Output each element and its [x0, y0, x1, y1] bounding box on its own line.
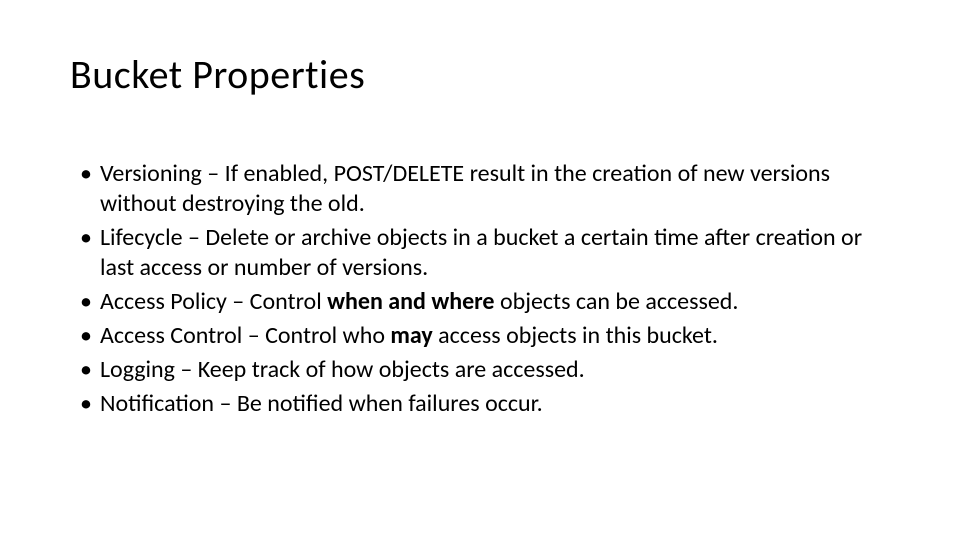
bullet-icon: • [80, 355, 92, 385]
bullet-text: Access Policy – Control when and where o… [100, 287, 890, 317]
bullet-pre: Notification – Be notified when failures… [100, 389, 543, 418]
bullet-pre: Logging – Keep track of how objects are … [100, 355, 585, 384]
list-item: • Versioning – If enabled, POST/DELETE r… [80, 159, 890, 219]
bullet-icon: • [80, 223, 92, 283]
slide-title: Bucket Properties [70, 50, 890, 99]
bullet-text: Notification – Be notified when failures… [100, 389, 890, 419]
bullet-post: access objects in this bucket. [433, 321, 718, 350]
list-item: • Logging – Keep track of how objects ar… [80, 355, 890, 385]
bullet-icon: • [80, 321, 92, 351]
bullet-list: • Versioning – If enabled, POST/DELETE r… [80, 159, 890, 419]
bullet-text: Logging – Keep track of how objects are … [100, 355, 890, 385]
bullet-icon: • [80, 287, 92, 317]
bullet-bold: when and where [327, 287, 494, 316]
bullet-pre: Lifecycle – Delete or archive objects in… [100, 223, 862, 282]
list-item: • Access Policy – Control when and where… [80, 287, 890, 317]
bullet-text: Lifecycle – Delete or archive objects in… [100, 223, 890, 283]
bullet-pre: Access Control – Control who [100, 321, 390, 350]
bullet-icon: • [80, 159, 92, 219]
bullet-post: objects can be accessed. [495, 287, 739, 316]
list-item: • Lifecycle – Delete or archive objects … [80, 223, 890, 283]
list-item: • Access Control – Control who may acces… [80, 321, 890, 351]
slide: Bucket Properties • Versioning – If enab… [0, 0, 960, 540]
bullet-icon: • [80, 389, 92, 419]
bullet-pre: Access Policy – Control [100, 287, 327, 316]
bullet-pre: Versioning – If enabled, POST/DELETE res… [100, 159, 830, 218]
bullet-bold: may [390, 321, 432, 350]
list-item: • Notification – Be notified when failur… [80, 389, 890, 419]
bullet-text: Access Control – Control who may access … [100, 321, 890, 351]
bullet-text: Versioning – If enabled, POST/DELETE res… [100, 159, 890, 219]
